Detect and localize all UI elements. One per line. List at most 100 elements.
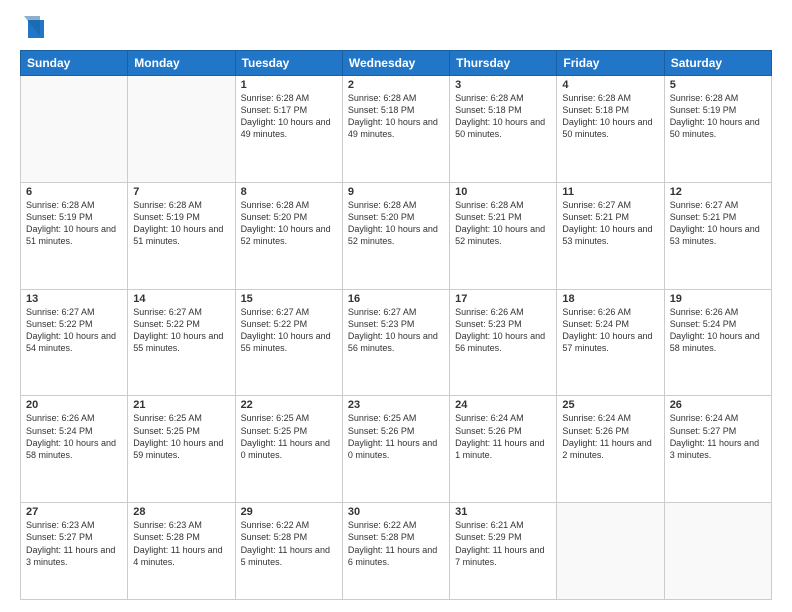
day-info: Sunrise: 6:28 AM Sunset: 5:19 PM Dayligh… (670, 92, 766, 141)
calendar-cell: 6Sunrise: 6:28 AM Sunset: 5:19 PM Daylig… (21, 182, 128, 289)
day-number: 23 (348, 399, 444, 411)
day-number: 6 (26, 186, 122, 198)
calendar-cell: 2Sunrise: 6:28 AM Sunset: 5:18 PM Daylig… (342, 76, 449, 183)
calendar-week-row: 1Sunrise: 6:28 AM Sunset: 5:17 PM Daylig… (21, 76, 772, 183)
day-info: Sunrise: 6:22 AM Sunset: 5:28 PM Dayligh… (348, 519, 444, 568)
day-number: 27 (26, 506, 122, 518)
day-number: 31 (455, 506, 551, 518)
calendar-week-row: 20Sunrise: 6:26 AM Sunset: 5:24 PM Dayli… (21, 396, 772, 503)
day-number: 12 (670, 186, 766, 198)
day-info: Sunrise: 6:24 AM Sunset: 5:27 PM Dayligh… (670, 412, 766, 461)
day-info: Sunrise: 6:28 AM Sunset: 5:18 PM Dayligh… (562, 92, 658, 141)
calendar-cell: 26Sunrise: 6:24 AM Sunset: 5:27 PM Dayli… (664, 396, 771, 503)
day-info: Sunrise: 6:28 AM Sunset: 5:17 PM Dayligh… (241, 92, 337, 141)
calendar-header-saturday: Saturday (664, 51, 771, 76)
calendar-cell (128, 76, 235, 183)
day-number: 7 (133, 186, 229, 198)
calendar-cell: 20Sunrise: 6:26 AM Sunset: 5:24 PM Dayli… (21, 396, 128, 503)
logo-icon (24, 16, 44, 44)
calendar-cell: 9Sunrise: 6:28 AM Sunset: 5:20 PM Daylig… (342, 182, 449, 289)
calendar-week-row: 27Sunrise: 6:23 AM Sunset: 5:27 PM Dayli… (21, 503, 772, 600)
day-info: Sunrise: 6:24 AM Sunset: 5:26 PM Dayligh… (455, 412, 551, 461)
day-info: Sunrise: 6:27 AM Sunset: 5:23 PM Dayligh… (348, 306, 444, 355)
day-info: Sunrise: 6:27 AM Sunset: 5:21 PM Dayligh… (562, 199, 658, 248)
calendar-cell: 23Sunrise: 6:25 AM Sunset: 5:26 PM Dayli… (342, 396, 449, 503)
day-number: 29 (241, 506, 337, 518)
calendar-cell: 12Sunrise: 6:27 AM Sunset: 5:21 PM Dayli… (664, 182, 771, 289)
calendar-cell: 18Sunrise: 6:26 AM Sunset: 5:24 PM Dayli… (557, 289, 664, 396)
day-number: 15 (241, 293, 337, 305)
day-number: 8 (241, 186, 337, 198)
day-number: 30 (348, 506, 444, 518)
day-info: Sunrise: 6:28 AM Sunset: 5:20 PM Dayligh… (348, 199, 444, 248)
calendar-cell: 5Sunrise: 6:28 AM Sunset: 5:19 PM Daylig… (664, 76, 771, 183)
day-number: 22 (241, 399, 337, 411)
day-number: 4 (562, 79, 658, 91)
day-info: Sunrise: 6:21 AM Sunset: 5:29 PM Dayligh… (455, 519, 551, 568)
day-info: Sunrise: 6:28 AM Sunset: 5:21 PM Dayligh… (455, 199, 551, 248)
calendar-cell: 3Sunrise: 6:28 AM Sunset: 5:18 PM Daylig… (450, 76, 557, 183)
logo (20, 16, 44, 44)
calendar-header-sunday: Sunday (21, 51, 128, 76)
calendar-cell (21, 76, 128, 183)
day-number: 19 (670, 293, 766, 305)
calendar-cell: 1Sunrise: 6:28 AM Sunset: 5:17 PM Daylig… (235, 76, 342, 183)
day-number: 13 (26, 293, 122, 305)
day-number: 17 (455, 293, 551, 305)
day-info: Sunrise: 6:27 AM Sunset: 5:22 PM Dayligh… (133, 306, 229, 355)
calendar-table: SundayMondayTuesdayWednesdayThursdayFrid… (20, 50, 772, 600)
day-number: 20 (26, 399, 122, 411)
calendar-cell (557, 503, 664, 600)
day-number: 18 (562, 293, 658, 305)
calendar-week-row: 13Sunrise: 6:27 AM Sunset: 5:22 PM Dayli… (21, 289, 772, 396)
day-info: Sunrise: 6:25 AM Sunset: 5:25 PM Dayligh… (241, 412, 337, 461)
day-info: Sunrise: 6:28 AM Sunset: 5:19 PM Dayligh… (133, 199, 229, 248)
day-info: Sunrise: 6:28 AM Sunset: 5:18 PM Dayligh… (348, 92, 444, 141)
day-info: Sunrise: 6:28 AM Sunset: 5:19 PM Dayligh… (26, 199, 122, 248)
calendar-header-row: SundayMondayTuesdayWednesdayThursdayFrid… (21, 51, 772, 76)
calendar-header-wednesday: Wednesday (342, 51, 449, 76)
calendar-cell: 19Sunrise: 6:26 AM Sunset: 5:24 PM Dayli… (664, 289, 771, 396)
day-number: 24 (455, 399, 551, 411)
page: SundayMondayTuesdayWednesdayThursdayFrid… (0, 0, 792, 612)
day-info: Sunrise: 6:27 AM Sunset: 5:22 PM Dayligh… (26, 306, 122, 355)
day-number: 28 (133, 506, 229, 518)
calendar-cell: 15Sunrise: 6:27 AM Sunset: 5:22 PM Dayli… (235, 289, 342, 396)
day-number: 26 (670, 399, 766, 411)
day-info: Sunrise: 6:27 AM Sunset: 5:22 PM Dayligh… (241, 306, 337, 355)
day-info: Sunrise: 6:23 AM Sunset: 5:28 PM Dayligh… (133, 519, 229, 568)
day-number: 3 (455, 79, 551, 91)
day-info: Sunrise: 6:26 AM Sunset: 5:23 PM Dayligh… (455, 306, 551, 355)
day-info: Sunrise: 6:24 AM Sunset: 5:26 PM Dayligh… (562, 412, 658, 461)
day-number: 25 (562, 399, 658, 411)
day-info: Sunrise: 6:25 AM Sunset: 5:25 PM Dayligh… (133, 412, 229, 461)
calendar-header-thursday: Thursday (450, 51, 557, 76)
calendar-cell: 29Sunrise: 6:22 AM Sunset: 5:28 PM Dayli… (235, 503, 342, 600)
day-number: 14 (133, 293, 229, 305)
day-number: 16 (348, 293, 444, 305)
calendar-cell: 27Sunrise: 6:23 AM Sunset: 5:27 PM Dayli… (21, 503, 128, 600)
day-info: Sunrise: 6:25 AM Sunset: 5:26 PM Dayligh… (348, 412, 444, 461)
calendar-cell: 25Sunrise: 6:24 AM Sunset: 5:26 PM Dayli… (557, 396, 664, 503)
calendar-cell (664, 503, 771, 600)
day-info: Sunrise: 6:27 AM Sunset: 5:21 PM Dayligh… (670, 199, 766, 248)
calendar-header-friday: Friday (557, 51, 664, 76)
calendar-cell: 4Sunrise: 6:28 AM Sunset: 5:18 PM Daylig… (557, 76, 664, 183)
calendar-cell: 10Sunrise: 6:28 AM Sunset: 5:21 PM Dayli… (450, 182, 557, 289)
calendar-cell: 14Sunrise: 6:27 AM Sunset: 5:22 PM Dayli… (128, 289, 235, 396)
calendar-cell: 16Sunrise: 6:27 AM Sunset: 5:23 PM Dayli… (342, 289, 449, 396)
day-info: Sunrise: 6:28 AM Sunset: 5:18 PM Dayligh… (455, 92, 551, 141)
day-number: 9 (348, 186, 444, 198)
calendar-week-row: 6Sunrise: 6:28 AM Sunset: 5:19 PM Daylig… (21, 182, 772, 289)
calendar-cell: 8Sunrise: 6:28 AM Sunset: 5:20 PM Daylig… (235, 182, 342, 289)
calendar-cell: 21Sunrise: 6:25 AM Sunset: 5:25 PM Dayli… (128, 396, 235, 503)
calendar-cell: 11Sunrise: 6:27 AM Sunset: 5:21 PM Dayli… (557, 182, 664, 289)
day-number: 21 (133, 399, 229, 411)
day-info: Sunrise: 6:26 AM Sunset: 5:24 PM Dayligh… (562, 306, 658, 355)
day-number: 2 (348, 79, 444, 91)
calendar-cell: 7Sunrise: 6:28 AM Sunset: 5:19 PM Daylig… (128, 182, 235, 289)
calendar-cell: 31Sunrise: 6:21 AM Sunset: 5:29 PM Dayli… (450, 503, 557, 600)
day-info: Sunrise: 6:26 AM Sunset: 5:24 PM Dayligh… (26, 412, 122, 461)
day-info: Sunrise: 6:26 AM Sunset: 5:24 PM Dayligh… (670, 306, 766, 355)
calendar-cell: 24Sunrise: 6:24 AM Sunset: 5:26 PM Dayli… (450, 396, 557, 503)
